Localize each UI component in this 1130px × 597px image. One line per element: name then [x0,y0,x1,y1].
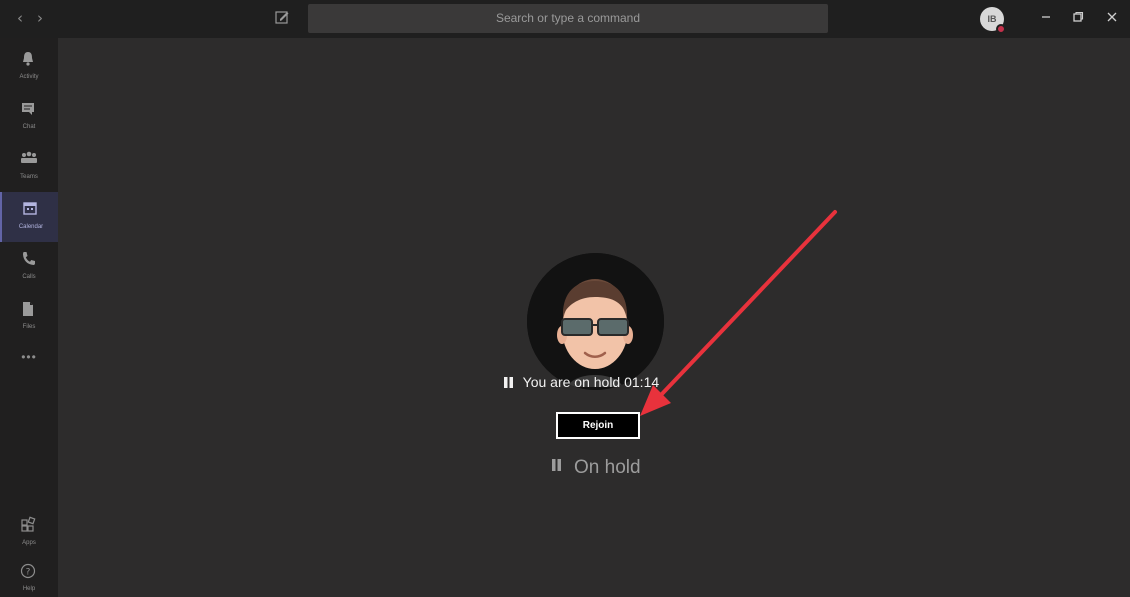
forward-button[interactable]: › [32,9,48,27]
pause-icon [552,459,561,471]
memoji-avatar-image [527,253,664,390]
bell-icon [23,52,33,66]
chat-icon [22,103,34,115]
rail-item-help[interactable]: ? Help [0,554,58,597]
title-bar: ‹ › Search or type a command IB [0,0,1130,38]
presence-badge [996,24,1006,34]
phone-icon [23,252,35,265]
rail-item-label: Teams [20,174,38,180]
rail-item-label: Help [22,586,36,592]
rail-item-teams[interactable]: Teams [0,142,58,192]
app-bar: Activity Chat Teams Calendar Calls Files… [0,38,58,597]
rail-item-activity[interactable]: Activity [0,42,58,92]
caller-avatar [527,253,664,390]
search-input[interactable]: Search or type a command [308,4,828,33]
rail-item-chat[interactable]: Chat [0,92,58,142]
help-icon: ? [20,563,36,579]
rail-item-label: Calendar [18,224,44,230]
pause-icon [504,377,513,388]
rail-item-label: Files [22,324,36,330]
rail-item-label: Apps [22,540,36,546]
teams-window: ‹ › Search or type a command IB Activity [0,0,1130,597]
rejoin-button[interactable]: Rejoin [556,412,640,439]
rail-item-files[interactable]: Files [0,292,58,342]
restore-icon [1073,11,1084,22]
compose-icon [275,11,289,24]
hold-timer: 01:14 [624,374,660,390]
calendar-icon [23,202,37,215]
restore-button[interactable] [1066,6,1090,30]
teams-icon [21,151,37,163]
hold-status: You are on hold 01:14 [504,373,704,393]
chevron-left-icon: ‹ [17,9,23,27]
close-icon [1107,12,1117,22]
back-button[interactable]: ‹ [12,9,28,27]
rail-item-label: Activity [19,74,39,80]
rail-item-label: Calls [22,274,36,280]
minimize-button[interactable] [1034,6,1058,30]
apps-icon [21,516,36,532]
more-apps-button[interactable]: ••• [0,350,58,364]
rail-item-apps[interactable]: Apps [0,508,58,558]
hold-status-text: You are on hold [522,374,621,390]
on-hold-label: On hold [574,457,641,478]
on-hold-indicator: On hold [552,455,692,481]
rail-item-calendar[interactable]: Calendar [0,192,58,242]
files-icon [23,302,33,316]
rail-item-label: Chat [22,124,36,130]
chevron-right-icon: › [37,9,43,27]
minimize-icon [1042,16,1050,18]
svg-text:?: ? [26,568,31,578]
new-chat-button[interactable] [274,9,292,27]
close-button[interactable] [1100,6,1124,30]
rail-item-calls[interactable]: Calls [0,242,58,292]
